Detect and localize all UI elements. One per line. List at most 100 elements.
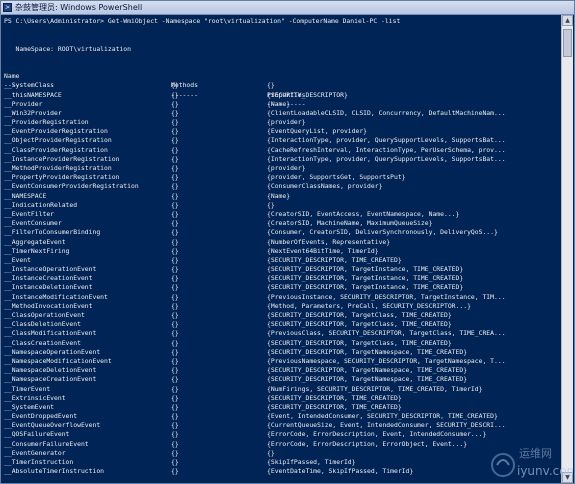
row-name: __EventConsumer — [4, 219, 62, 228]
table-row: __EventGenerator {} {} — [4, 449, 561, 458]
row-properties: {SECURITY_DESCRIPTOR, TargetNamespace, T… — [267, 347, 468, 356]
row-methods: {} — [171, 191, 179, 200]
row-name: __SystemClass — [4, 81, 55, 90]
table-row: __AggregateEvent {} {NumberOfEvents, Repre… — [4, 238, 561, 247]
row-properties: {PreviousClass, SECURITY_DESCRIPTOR, Tar… — [267, 329, 506, 338]
row-properties: {SECURITY_DESCRIPTOR, TIME_CREATED} — [267, 402, 402, 411]
table-row: __ClassModificationEvent {} {PreviousClass… — [4, 329, 561, 338]
row-name: __NAMESPACE — [4, 191, 47, 200]
table-row: __ClassCreationEvent {} {SECURITY_DESCRIPT… — [4, 339, 561, 348]
row-properties: {NextEvent64BitTime, TimerId} — [267, 246, 379, 255]
row-methods: {} — [171, 366, 179, 375]
row-properties: {PreviousInstance, SECURITY_DESCRIPTOR, … — [267, 292, 506, 301]
vertical-scrollbar[interactable]: ▲ ▼ — [561, 15, 573, 483]
table-row: __NamespaceOperationEvent {} {SECURITY_DES… — [4, 348, 561, 357]
row-properties: {provider} — [267, 118, 306, 127]
row-properties: {} — [267, 448, 275, 457]
row-methods: {} — [171, 200, 179, 209]
powershell-window: > 杂鼓管理员: Windows PowerShell PS C:\Users\… — [0, 0, 575, 484]
row-methods: {} — [171, 356, 179, 365]
row-methods: {} — [171, 154, 179, 163]
row-methods: {} — [171, 173, 179, 182]
row-methods: {} — [171, 402, 179, 411]
row-properties: {CreatorSID, EventAccess, EventNamespace… — [267, 209, 460, 218]
row-methods: {} — [171, 209, 179, 218]
row-name: __ClassProviderRegistration — [4, 145, 108, 154]
table-row: __Win32Provider {} {ClientLoadableCLSID, C… — [4, 109, 561, 118]
namespace-line: NameSpace: ROOT\virtualization — [4, 44, 131, 53]
row-properties: {EventQueryList, provider} — [267, 127, 368, 136]
table-row: __EventQueueOverflowEvent {} {CurrentQueue… — [4, 421, 561, 430]
row-name: __InstanceOperationEvent — [4, 265, 97, 274]
row-name: __ClassCreationEvent — [4, 338, 81, 347]
row-name: __SystemEvent — [4, 402, 55, 411]
table-row: __TimerInstruction {} {SkipIfPassed, Timer… — [4, 458, 561, 467]
row-properties: {SECURITY_DESCRIPTOR, TargetNamespace, T… — [267, 366, 468, 375]
row-name: __thisNAMESPACE — [4, 90, 62, 99]
table-row: __ClassOperationEvent {} {SECURITY_DESCRIP… — [4, 311, 561, 320]
row-name: __AggregateEvent — [4, 237, 66, 246]
row-methods: {} — [171, 458, 179, 466]
row-properties: {Method, Parameters, PreCall, SECURITY_D… — [267, 301, 471, 310]
window-title: 杂鼓管理员: Windows PowerShell — [15, 3, 143, 12]
row-name: __EventConsumerProviderRegistration — [4, 182, 139, 191]
row-properties: {CacheRefreshInterval, InteractionType, … — [267, 145, 506, 154]
row-methods: {} — [171, 127, 179, 136]
table-row: __InstanceModificationEvent {} {PreviousIn… — [4, 293, 561, 302]
table-row: __NamespaceModificationEvent {} {PreviousN… — [4, 357, 561, 366]
table-row: __Event {} {SECURITY_DESCRIPTOR, TIME_CREA… — [4, 256, 561, 265]
row-methods: {} — [171, 338, 179, 347]
table-row: __thisNAMESPACE {} {SECURITY_DESCRIPTOR} — [4, 91, 561, 100]
row-methods: {} — [171, 136, 179, 145]
row-name: __EventFilter — [4, 209, 55, 218]
table-row: __MethodInvocationEvent {} {Method, Parame… — [4, 302, 561, 311]
row-name: __Provider — [4, 99, 43, 108]
row-methods: {} — [171, 393, 179, 402]
row-name: __ClassModificationEvent — [4, 329, 97, 338]
row-properties: {SECURITY_DESCRIPTOR, TargetClass, TIME_… — [267, 311, 452, 319]
table-row: __ProviderRegistration {} {provider} — [4, 118, 561, 127]
table-row: __MethodProviderRegistration {} {provider} — [4, 164, 561, 173]
row-methods: {} — [171, 301, 179, 310]
row-name: __IndicationRelated — [4, 200, 78, 209]
table-row: __EventFilter {} {CreatorSID, EventAccess,… — [4, 210, 561, 219]
row-properties: {ConsumerClassNames, provider} — [267, 182, 383, 191]
row-name: __Win32Provider — [4, 108, 62, 117]
table-row: __SystemClass {} {} — [4, 81, 561, 90]
row-name: __FilterToConsumerBinding — [4, 228, 101, 237]
row-properties: {InteractionType, provider, QuerySupport… — [267, 154, 506, 163]
row-name: __ClassOperationEvent — [4, 311, 85, 319]
row-properties: {Name} — [267, 191, 291, 200]
row-name: __NamespaceDeletionEvent — [4, 366, 97, 375]
row-name: __TimerEvent — [4, 384, 51, 393]
row-properties: {ErrorCode, ErrorDescription, Event, Int… — [267, 430, 487, 439]
table-row: __AbsoluteTimerInstruction {} {EventDateTi… — [4, 467, 561, 476]
row-methods: {} — [171, 219, 179, 228]
row-name: __TimerNextFiring — [4, 246, 70, 255]
row-methods: {} — [171, 90, 179, 99]
row-name: __NamespaceOperationEvent — [4, 347, 101, 356]
row-properties: {SECURITY_DESCRIPTOR, TIME_CREATED} — [267, 255, 402, 264]
row-methods: {} — [171, 329, 179, 338]
row-properties: {CreatorSID, MachineName, MaximumQueueSi… — [267, 219, 433, 228]
row-methods: {} — [171, 108, 179, 117]
row-methods: {} — [171, 164, 179, 172]
row-methods: {} — [171, 311, 179, 319]
row-methods: {} — [171, 292, 179, 301]
title-bar[interactable]: > 杂鼓管理员: Windows PowerShell — [1, 1, 574, 15]
console-output[interactable]: PS C:\Users\Administrator> Get-WmiObject… — [4, 17, 561, 483]
scroll-down-arrow-icon[interactable]: ▼ — [562, 472, 573, 483]
table-row: __ClassProviderRegistration {} {CacheRefre… — [4, 146, 561, 155]
row-methods: {} — [171, 255, 179, 264]
row-name: __Event — [4, 255, 31, 264]
row-properties: {InteractionType, provider, QuerySupport… — [267, 136, 506, 145]
row-name: __EventProviderRegistration — [4, 127, 108, 136]
table-row: __TimerNextFiring {} {NextEvent64BitTime, … — [4, 247, 561, 256]
row-properties: {ErrorCode, ErrorDescription, ErrorObjec… — [267, 439, 468, 448]
table-row: __ClassDeletionEvent {} {SECURITY_DESCRIPT… — [4, 320, 561, 329]
row-methods: {} — [171, 384, 179, 393]
table-row: __TimerEvent {} {NumFirings, SECURITY_DESC… — [4, 385, 561, 394]
scroll-thumb[interactable] — [563, 29, 572, 57]
scroll-up-arrow-icon[interactable]: ▲ — [562, 15, 573, 26]
